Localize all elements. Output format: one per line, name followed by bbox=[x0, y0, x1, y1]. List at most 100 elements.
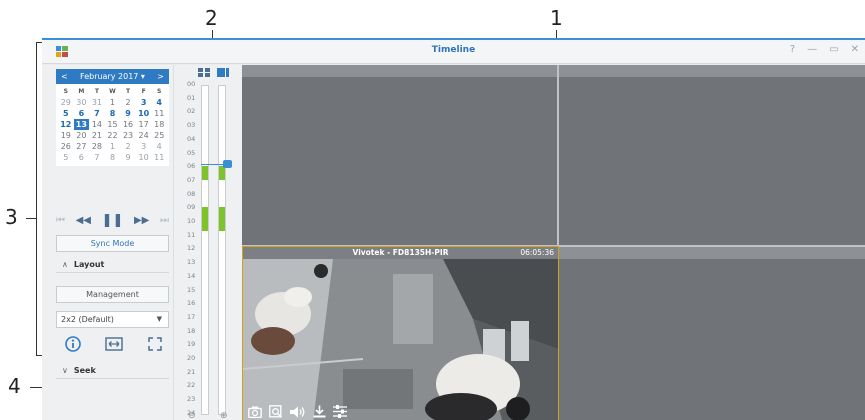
calendar-day[interactable]: 17 bbox=[136, 119, 152, 130]
video-grid: Vivotek - FD8135H-PIR 06:05:36 bbox=[242, 65, 865, 420]
calendar-day[interactable]: 31 bbox=[89, 97, 105, 108]
help-icon[interactable]: ? bbox=[790, 44, 795, 55]
digital-zoom-icon[interactable] bbox=[269, 405, 283, 418]
fit-width-icon[interactable] bbox=[105, 335, 123, 353]
layout-select[interactable]: 2x2 (Default) ▼ bbox=[56, 311, 169, 328]
layout-section-header[interactable]: ∧ Layout bbox=[56, 257, 169, 273]
rewind-icon[interactable]: ◀◀ bbox=[76, 215, 91, 226]
calendar-day[interactable]: 11 bbox=[151, 152, 167, 163]
title-bar: Timeline ? — ▭ ✕ bbox=[42, 40, 865, 64]
pane-header bbox=[559, 247, 865, 259]
fast-forward-icon[interactable]: ▶▶ bbox=[134, 215, 149, 226]
single-timeline-icon[interactable] bbox=[217, 68, 229, 77]
fullscreen-icon[interactable] bbox=[146, 335, 164, 353]
calendar-day[interactable]: 23 bbox=[120, 130, 136, 141]
recording-segment bbox=[202, 166, 208, 180]
minimize-icon[interactable]: — bbox=[807, 44, 817, 55]
calendar-day[interactable]: 24 bbox=[136, 130, 152, 141]
calendar-day[interactable]: 2 bbox=[120, 141, 136, 152]
close-icon[interactable]: ✕ bbox=[851, 44, 859, 55]
calendar-day[interactable]: 8 bbox=[105, 152, 121, 163]
timeline-track-2[interactable] bbox=[218, 85, 226, 415]
zoom-out-icon[interactable]: ⊖ bbox=[188, 411, 196, 420]
calendar-day[interactable]: 7 bbox=[89, 152, 105, 163]
calendar-day[interactable]: 5 bbox=[58, 108, 74, 119]
calendar-day[interactable]: 3 bbox=[136, 97, 152, 108]
calendar: < February 2017 ▾ > S M T W T F S 29 30 31… bbox=[56, 69, 169, 166]
timeline-track-1[interactable] bbox=[201, 85, 209, 415]
calendar-day[interactable]: 3 bbox=[136, 141, 152, 152]
calendar-day[interactable]: 6 bbox=[74, 152, 90, 163]
recording-segment bbox=[202, 207, 208, 231]
calendar-header: < February 2017 ▾ > bbox=[56, 69, 169, 84]
snapshot-icon[interactable] bbox=[248, 406, 262, 418]
hour-label: 08 bbox=[187, 189, 196, 198]
calendar-day[interactable]: 10 bbox=[136, 108, 152, 119]
camera-toolbar bbox=[248, 405, 347, 418]
calendar-day[interactable]: 9 bbox=[120, 108, 136, 119]
skip-back-icon[interactable]: ⏮ bbox=[56, 215, 65, 226]
calendar-day[interactable]: 28 bbox=[89, 141, 105, 152]
hour-label: 02 bbox=[187, 107, 196, 116]
prev-month-button[interactable]: < bbox=[61, 72, 68, 81]
calendar-day[interactable]: 12 bbox=[58, 119, 74, 130]
calendar-day[interactable]: 9 bbox=[120, 152, 136, 163]
calendar-day[interactable]: 20 bbox=[74, 130, 90, 141]
video-pane-2[interactable] bbox=[559, 65, 865, 245]
calendar-day[interactable]: 7 bbox=[89, 108, 105, 119]
calendar-day[interactable]: 25 bbox=[151, 130, 167, 141]
calendar-day[interactable]: 1 bbox=[105, 141, 121, 152]
calendar-day[interactable]: 1 bbox=[105, 97, 121, 108]
pause-icon[interactable]: ❚❚ bbox=[102, 213, 124, 228]
video-pane-3-active[interactable]: Vivotek - FD8135H-PIR 06:05:36 bbox=[242, 246, 559, 420]
recording-segment bbox=[219, 166, 225, 180]
audio-icon[interactable] bbox=[290, 406, 306, 418]
calendar-day[interactable]: 8 bbox=[105, 108, 121, 119]
month-selector[interactable]: February 2017 ▾ bbox=[80, 72, 145, 81]
video-pane-1[interactable] bbox=[242, 65, 557, 245]
weekday-label: M bbox=[78, 88, 85, 95]
hour-label: 12 bbox=[187, 244, 196, 253]
calendar-day[interactable]: 14 bbox=[89, 119, 105, 130]
calendar-day[interactable]: 19 bbox=[58, 130, 74, 141]
calendar-day[interactable]: 26 bbox=[58, 141, 74, 152]
maximize-icon[interactable]: ▭ bbox=[829, 44, 838, 55]
adjust-settings-icon[interactable] bbox=[333, 405, 347, 418]
video-pane-4[interactable] bbox=[559, 247, 865, 420]
management-button[interactable]: Management bbox=[56, 286, 169, 303]
next-month-button[interactable]: > bbox=[157, 72, 164, 81]
hour-label: 11 bbox=[187, 230, 196, 239]
hour-label: 19 bbox=[187, 340, 196, 349]
info-icon[interactable] bbox=[64, 335, 82, 353]
skip-forward-icon[interactable]: ⏭ bbox=[160, 215, 169, 226]
calendar-day[interactable]: 4 bbox=[151, 141, 167, 152]
calendar-day-selected[interactable]: 13 bbox=[73, 119, 90, 130]
calendar-day[interactable]: 30 bbox=[74, 97, 90, 108]
seek-section-label: Seek bbox=[73, 366, 96, 375]
calendar-day[interactable]: 15 bbox=[105, 119, 121, 130]
time-cursor-handle[interactable] bbox=[223, 160, 232, 168]
calendar-day[interactable]: 29 bbox=[58, 97, 74, 108]
calendar-week-row: 12 13 14 15 16 17 18 bbox=[58, 119, 167, 130]
calendar-day[interactable]: 27 bbox=[74, 141, 90, 152]
calendar-day[interactable]: 22 bbox=[105, 130, 121, 141]
hour-label: 05 bbox=[187, 148, 196, 157]
hour-label: 04 bbox=[187, 134, 196, 143]
calendar-day[interactable]: 5 bbox=[58, 152, 74, 163]
chevron-up-icon: ∧ bbox=[62, 260, 68, 269]
download-icon[interactable] bbox=[313, 405, 326, 418]
seek-section-header[interactable]: ∨ Seek bbox=[56, 363, 169, 379]
recording-segment bbox=[219, 207, 225, 231]
grid-view-icon[interactable] bbox=[198, 68, 210, 77]
calendar-day[interactable]: 6 bbox=[74, 108, 90, 119]
calendar-day[interactable]: 11 bbox=[151, 108, 167, 119]
calendar-day[interactable]: 4 bbox=[151, 97, 167, 108]
calendar-day[interactable]: 2 bbox=[120, 97, 136, 108]
calendar-day[interactable]: 10 bbox=[136, 152, 152, 163]
hour-label: 20 bbox=[187, 354, 196, 362]
calendar-day[interactable]: 18 bbox=[151, 119, 167, 130]
zoom-in-icon[interactable]: ⊕ bbox=[220, 411, 228, 420]
sync-mode-button[interactable]: Sync Mode bbox=[56, 235, 169, 252]
calendar-day[interactable]: 21 bbox=[89, 130, 105, 141]
calendar-day[interactable]: 16 bbox=[120, 119, 136, 130]
